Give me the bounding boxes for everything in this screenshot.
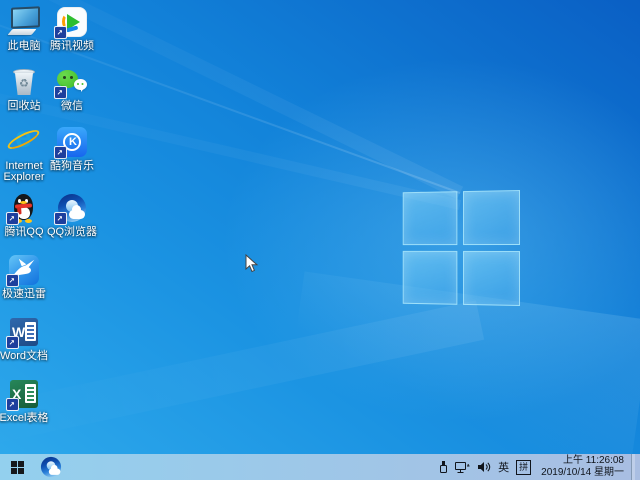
desktop-icon-recycle-bin[interactable]: 回收站 xyxy=(0,66,48,112)
clock-date: 2019/10/14 星期一 xyxy=(541,467,624,479)
icon-label: Word文档 xyxy=(0,351,51,362)
desktop-icon-excel[interactable]: Excel表格 xyxy=(0,378,48,424)
icon-label: QQ浏览器 xyxy=(45,227,99,238)
shortcut-arrow-icon xyxy=(6,336,19,349)
icon-label: 此电脑 xyxy=(0,41,51,52)
thunder-icon xyxy=(8,254,40,286)
kugou-music-icon xyxy=(56,126,88,158)
system-tray: 英 拼 上午 11:26:08 2019/10/14 星期一 xyxy=(439,454,640,480)
taskbar-qq-browser-button[interactable] xyxy=(36,454,66,480)
recycle-bin-icon xyxy=(8,66,40,98)
icon-label: Internet Explorer xyxy=(0,161,51,183)
shortcut-arrow-icon xyxy=(54,146,67,159)
desktop-icon-kugou-music[interactable]: 酷狗音乐 xyxy=(48,126,96,172)
icon-label: Excel表格 xyxy=(0,413,51,424)
icon-label: 回收站 xyxy=(0,101,51,112)
desktop-icon-thunder[interactable]: 极速迅雷 xyxy=(0,254,48,300)
ime-indicator[interactable]: 拼 xyxy=(516,460,531,475)
shortcut-arrow-icon xyxy=(6,212,19,225)
tencent-qq-icon xyxy=(8,192,40,224)
shortcut-arrow-icon xyxy=(54,86,67,99)
windows-logo-pane xyxy=(463,251,520,306)
icon-label: 极速迅雷 xyxy=(0,289,51,300)
start-button[interactable] xyxy=(2,454,32,480)
excel-icon xyxy=(8,378,40,410)
desktop-icon-this-pc[interactable]: 此电脑 xyxy=(0,6,48,52)
shortcut-arrow-icon xyxy=(54,212,67,225)
desktop-icon-word[interactable]: Word文档 xyxy=(0,316,48,362)
icon-label: 酷狗音乐 xyxy=(45,161,99,172)
shortcut-arrow-icon xyxy=(6,274,19,287)
word-icon xyxy=(8,316,40,348)
desktop-icon-tencent-video[interactable]: 腾讯视频 xyxy=(48,6,96,52)
internet-explorer-icon xyxy=(8,126,40,158)
this-pc-icon xyxy=(8,6,40,38)
wechat-icon xyxy=(56,66,88,98)
clock[interactable]: 上午 11:26:08 2019/10/14 星期一 xyxy=(538,455,624,479)
taskbar: 英 拼 上午 11:26:08 2019/10/14 星期一 xyxy=(0,454,640,480)
desktop-icon-internet-explorer[interactable]: Internet Explorer xyxy=(0,126,48,183)
windows-logo-wallpaper xyxy=(403,190,520,306)
windows-logo-pane xyxy=(403,191,458,245)
windows-logo-pane xyxy=(403,251,458,305)
icon-label: 微信 xyxy=(45,101,99,112)
language-indicator[interactable]: 英 xyxy=(498,459,509,475)
mouse-cursor xyxy=(245,254,259,274)
shortcut-arrow-icon xyxy=(54,26,67,39)
icon-label: 腾讯QQ xyxy=(0,227,51,238)
volume-icon[interactable] xyxy=(477,461,491,473)
network-icon[interactable] xyxy=(455,461,470,474)
shortcut-arrow-icon xyxy=(6,398,19,411)
desktop: 此电脑 腾讯视频 回收站 微信 Internet Explorer 酷狗音乐 xyxy=(0,0,640,480)
show-desktop-button[interactable] xyxy=(631,454,635,480)
qq-browser-icon xyxy=(41,457,61,477)
icon-label: 腾讯视频 xyxy=(45,41,99,52)
desktop-icon-wechat[interactable]: 微信 xyxy=(48,66,96,112)
windows-start-icon xyxy=(11,461,24,474)
wallpaper-light-ray xyxy=(0,300,484,447)
desktop-icon-qq-browser[interactable]: QQ浏览器 xyxy=(48,192,96,238)
qq-browser-icon xyxy=(56,192,88,224)
windows-logo-pane xyxy=(463,190,520,245)
usb-device-icon[interactable] xyxy=(439,460,448,474)
clock-time: 上午 11:26:08 xyxy=(541,455,624,467)
desktop-icon-tencent-qq[interactable]: 腾讯QQ xyxy=(0,192,48,238)
tencent-video-icon xyxy=(56,6,88,38)
